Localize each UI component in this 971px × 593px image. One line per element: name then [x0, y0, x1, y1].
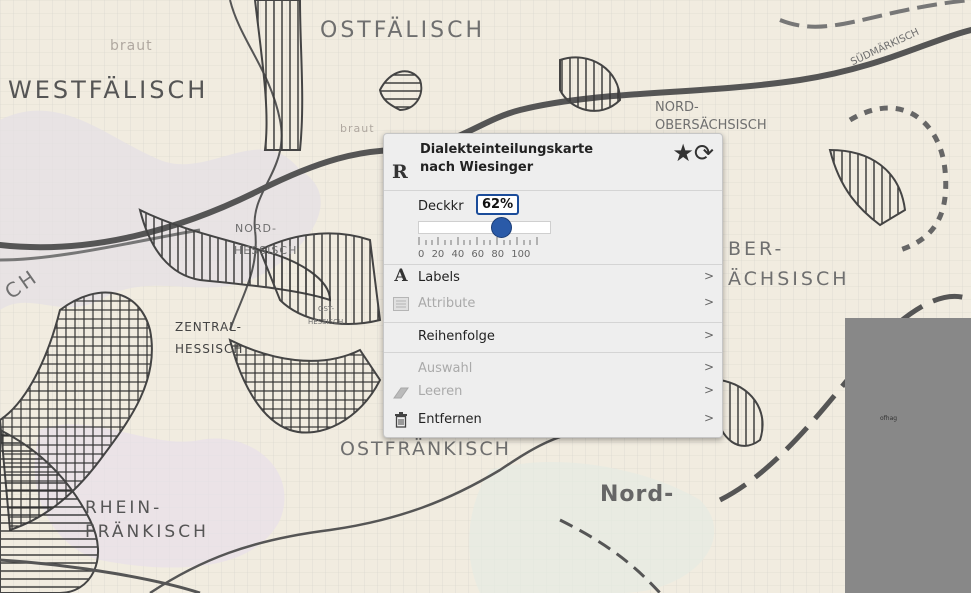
opacity-control: Deckkr 62% 0 20 40 60 80 100: [384, 191, 722, 265]
layer-title-line2: nach Wiesinger: [420, 160, 534, 175]
opacity-slider-ticks: [418, 237, 538, 245]
map-label-braut-2: braut: [340, 122, 375, 135]
header-icons: ★⟳: [672, 139, 714, 167]
chevron-right-icon: >: [703, 328, 714, 342]
tick-label: 40: [451, 249, 465, 260]
menu-item-reihenfolge[interactable]: Reihenfolge >: [384, 324, 722, 352]
map-label-hessisch-3: HESSISCH: [308, 318, 344, 326]
layer-title-line1: Dialekteinteilungskarte: [420, 142, 594, 157]
map-label-ber: BER-: [728, 238, 785, 260]
opacity-tick-labels: 0 20 40 60 80 100: [418, 249, 534, 260]
map-label-zentral: ZENTRAL-: [175, 320, 242, 334]
map-label-hessisch: HESSISCH: [234, 244, 298, 257]
menu-item-labels[interactable]: A Labels >: [384, 265, 722, 293]
map-label-ostfaelisch: OSTFÄLISCH: [320, 18, 486, 43]
menu-item-label: Entfernen: [418, 412, 482, 427]
chevron-right-icon: >: [703, 360, 714, 374]
tick-label: 20: [431, 249, 445, 260]
map-label-rhein: RHEIN-: [85, 498, 163, 518]
opacity-value[interactable]: 62%: [476, 194, 520, 215]
layer-title: Dialekteinteilungskarte nach Wiesinger: [420, 141, 660, 177]
menu-item-leeren[interactable]: Leeren >: [384, 379, 722, 407]
chevron-right-icon: >: [703, 411, 714, 425]
map-label-nord-2: NORD-: [235, 222, 277, 235]
layer-logo: R: [392, 161, 408, 183]
map-label-westfaelisch: WESTFÄLISCH: [8, 76, 209, 104]
menu-item-label: Reihenfolge: [418, 329, 495, 344]
map-label-nord-3: Nord-: [600, 482, 675, 507]
labels-icon: A: [394, 266, 408, 286]
map-label-fraenkisch: FRÄNKISCH: [85, 522, 209, 542]
tick-label: 80: [491, 249, 505, 260]
map-label-nord: NORD-: [655, 100, 699, 115]
chevron-right-icon: >: [703, 383, 714, 397]
menu-item-entfernen[interactable]: Entfernen >: [384, 407, 722, 435]
trash-icon: [392, 410, 410, 430]
tick-label: 100: [511, 249, 531, 260]
map-label-ostfraenkisch: OSTFRÄNKISCH: [340, 438, 511, 460]
map-label-aechsisch: ÄCHSISCH: [728, 268, 850, 290]
menu-item-attribute[interactable]: Attribute >: [384, 291, 722, 319]
layer-context-menu: R Dialekteinteilungskarte nach Wiesinger…: [383, 133, 723, 438]
chevron-right-icon: >: [703, 269, 714, 283]
star-icon[interactable]: ★: [672, 139, 694, 167]
table-icon: [392, 294, 410, 314]
opacity-slider-track[interactable]: [418, 217, 551, 238]
chevron-right-icon: >: [703, 295, 714, 309]
map-label-ost: OST-: [318, 305, 335, 313]
grey-overlay-label: ofhag: [880, 415, 898, 422]
tick-label: 60: [471, 249, 485, 260]
map-label-hessisch-2: HESSISCH: [175, 342, 244, 356]
menu-divider: [384, 322, 722, 323]
grey-map-overlay: ofhag: [845, 318, 971, 593]
menu-item-label: Leeren: [418, 384, 463, 399]
menu-item-label: Auswahl: [418, 361, 473, 376]
tick-label: 0: [418, 249, 425, 260]
menu-item-label: Labels: [418, 270, 460, 285]
menu-divider: [384, 352, 722, 353]
layer-menu-header: R Dialekteinteilungskarte nach Wiesinger…: [384, 134, 722, 191]
eraser-icon: [392, 382, 410, 402]
menu-item-label: Attribute: [418, 296, 476, 311]
refresh-icon[interactable]: ⟳: [694, 139, 714, 167]
map-label-obersaechsisch: OBERSÄCHSISCH: [655, 118, 767, 133]
map-label-braut: braut: [110, 38, 153, 54]
opacity-label: Deckkr: [418, 199, 464, 214]
